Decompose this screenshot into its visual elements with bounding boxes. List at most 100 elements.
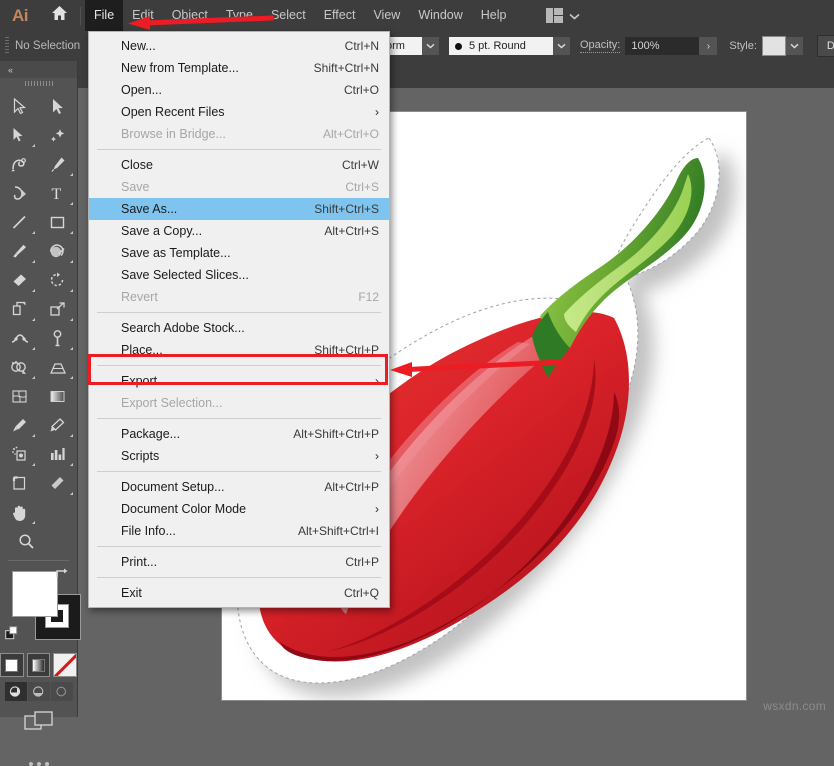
- menu-item-label: Export: [121, 374, 157, 388]
- magic-wand-tool[interactable]: [1, 121, 39, 150]
- scale-tool[interactable]: [1, 295, 39, 324]
- menu-item-label: Open Recent Files: [121, 105, 225, 119]
- menu-file[interactable]: File: [85, 0, 123, 31]
- line-segment-tool[interactable]: [1, 208, 39, 237]
- menu-item-label: Save Selected Slices...: [121, 268, 249, 282]
- menu-item-shortcut: Ctrl+Q: [326, 586, 379, 600]
- brush-dropdown-caret[interactable]: [553, 37, 570, 55]
- more-tools-button[interactable]: [0, 762, 77, 766]
- menu-item-label: Close: [121, 158, 153, 172]
- menu-item-export[interactable]: Export ›: [89, 370, 389, 392]
- pen-tool[interactable]: [39, 150, 77, 179]
- fill-swatch[interactable]: [12, 571, 58, 617]
- screen-mode-button[interactable]: [0, 710, 77, 732]
- menu-item-label: Exit: [121, 586, 142, 600]
- curvature-tool[interactable]: [1, 150, 39, 179]
- column-graph-tool[interactable]: [39, 440, 77, 469]
- menu-item-label: Place...: [121, 343, 163, 357]
- menu-window[interactable]: Window: [409, 0, 471, 31]
- menu-item-scripts[interactable]: Scripts ›: [89, 445, 389, 467]
- draw-inside-button[interactable]: [51, 682, 73, 701]
- menu-item-save-selected-slices[interactable]: Save Selected Slices...: [89, 264, 389, 286]
- artboard-tool[interactable]: [1, 469, 39, 498]
- workspace-switcher-icon: [546, 8, 564, 24]
- menu-item-new-from-template[interactable]: New from Template... Shift+Ctrl+N: [89, 57, 389, 79]
- file-menu-dropdown[interactable]: New... Ctrl+N New from Template... Shift…: [88, 31, 390, 608]
- menu-item-document-setup[interactable]: Document Setup... Alt+Ctrl+P: [89, 476, 389, 498]
- type-tool[interactable]: T: [39, 179, 77, 208]
- menu-item-new[interactable]: New... Ctrl+N: [89, 35, 389, 57]
- zoom-tool[interactable]: [1, 527, 46, 556]
- selection-status: No Selection: [15, 40, 80, 52]
- slice-tool[interactable]: [39, 469, 77, 498]
- brush-definition-field[interactable]: 5 pt. Round: [449, 37, 553, 55]
- menu-item-open[interactable]: Open... Ctrl+O: [89, 79, 389, 101]
- menu-item-save-as[interactable]: Save As... Shift+Ctrl+S: [89, 198, 389, 220]
- add-anchor-point-tool[interactable]: [1, 179, 39, 208]
- workspace-switcher[interactable]: [540, 0, 587, 31]
- style-dropdown-caret[interactable]: [786, 37, 803, 55]
- direct-selection-tool[interactable]: [39, 92, 77, 121]
- menu-item-exit[interactable]: Exit Ctrl+Q: [89, 582, 389, 604]
- selection-tool[interactable]: [1, 92, 39, 121]
- swap-fill-stroke-icon[interactable]: [55, 567, 70, 585]
- paintbrush-tool[interactable]: [1, 237, 39, 266]
- rotate-tool[interactable]: [39, 266, 77, 295]
- color-mode-button[interactable]: [0, 653, 24, 677]
- tool-grid: T: [0, 89, 77, 556]
- illustrator-logo: Ai: [0, 0, 40, 31]
- menu-view[interactable]: View: [364, 0, 409, 31]
- control-bar-right: orm 5 pt. Round Opacity: 100% › Style: D…: [380, 31, 834, 61]
- tools-panel-collapse[interactable]: «: [0, 61, 77, 78]
- menu-separator: [97, 312, 381, 313]
- menu-item-save: Save Ctrl+S: [89, 176, 389, 198]
- eyedropper-tool[interactable]: [1, 411, 39, 440]
- menu-item-label: Export Selection...: [121, 396, 222, 410]
- default-fill-stroke-icon[interactable]: [5, 626, 20, 646]
- menu-item-close[interactable]: Close Ctrl+W: [89, 154, 389, 176]
- menu-item-document-color-mode[interactable]: Document Color Mode ›: [89, 498, 389, 520]
- perspective-grid-tool[interactable]: [39, 353, 77, 382]
- width-tool[interactable]: [1, 324, 39, 353]
- menu-item-label: New...: [121, 39, 156, 53]
- tools-panel-grip[interactable]: [0, 78, 77, 89]
- puppet-warp-tool[interactable]: [39, 324, 77, 353]
- control-bar-grip[interactable]: [5, 37, 9, 55]
- gradient-tool[interactable]: [39, 382, 77, 411]
- uniform-dropdown-caret[interactable]: [422, 37, 439, 55]
- rectangle-tool[interactable]: [39, 208, 77, 237]
- none-mode-button[interactable]: [53, 653, 77, 677]
- home-button[interactable]: [40, 0, 78, 31]
- menu-item-search-adobe-stock[interactable]: Search Adobe Stock...: [89, 317, 389, 339]
- blend-tool[interactable]: [39, 411, 77, 440]
- menu-item-print[interactable]: Print... Ctrl+P: [89, 551, 389, 573]
- draw-behind-button[interactable]: [28, 682, 50, 701]
- eraser-tool[interactable]: [1, 266, 39, 295]
- drawing-mode-row: [0, 682, 77, 701]
- symbol-sprayer-tool[interactable]: [1, 440, 39, 469]
- menu-item-shortcut: Ctrl+O: [326, 83, 379, 97]
- mesh-tool[interactable]: [1, 382, 39, 411]
- home-icon: [51, 5, 68, 26]
- draw-normal-button[interactable]: [5, 682, 27, 701]
- menu-item-save-as-template[interactable]: Save as Template...: [89, 242, 389, 264]
- menu-separator: [97, 149, 381, 150]
- menu-item-save-a-copy[interactable]: Save a Copy... Alt+Ctrl+S: [89, 220, 389, 242]
- menu-item-package[interactable]: Package... Alt+Shift+Ctrl+P: [89, 423, 389, 445]
- graphic-style-swatch[interactable]: [762, 36, 786, 56]
- menu-item-shortcut: Shift+Ctrl+P: [296, 343, 379, 357]
- menu-item-file-info[interactable]: File Info... Alt+Shift+Ctrl+I: [89, 520, 389, 542]
- menu-item-place[interactable]: Place... Shift+Ctrl+P: [89, 339, 389, 361]
- free-transform-tool[interactable]: [39, 295, 77, 324]
- lasso-tool[interactable]: [39, 121, 77, 150]
- opacity-stepper[interactable]: ›: [699, 37, 717, 55]
- opacity-input[interactable]: 100%: [625, 37, 699, 55]
- shaper-tool[interactable]: [39, 237, 77, 266]
- document-setup-button[interactable]: Document Setup: [817, 35, 834, 57]
- menu-effect[interactable]: Effect: [315, 0, 365, 31]
- menu-help[interactable]: Help: [472, 0, 516, 31]
- hand-tool[interactable]: [1, 498, 39, 527]
- menu-item-open-recent-files[interactable]: Open Recent Files ›: [89, 101, 389, 123]
- gradient-mode-button[interactable]: [27, 653, 51, 677]
- shape-builder-tool[interactable]: [1, 353, 39, 382]
